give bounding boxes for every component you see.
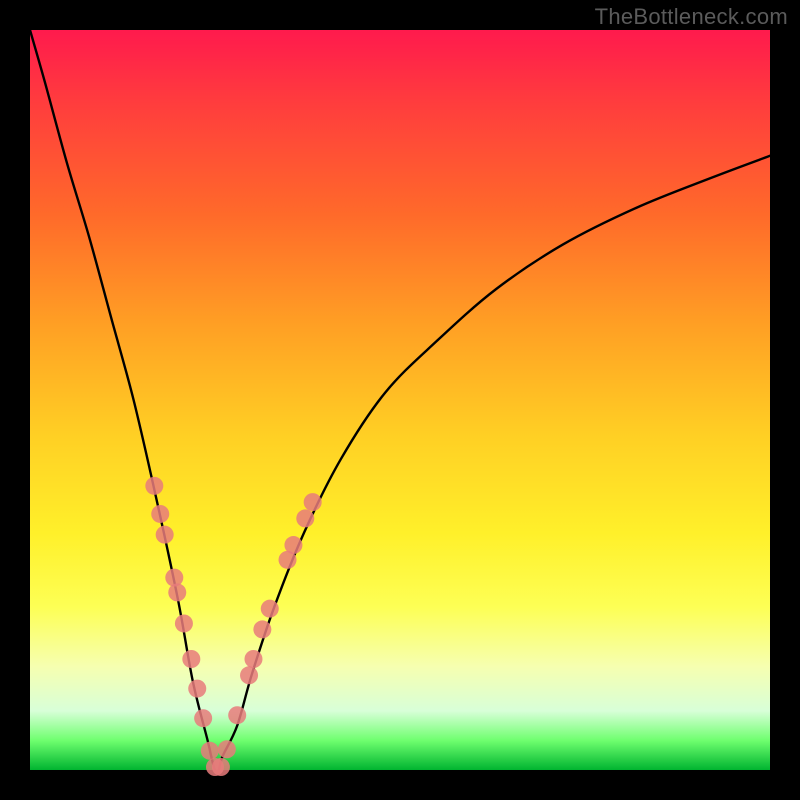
highlight-dot xyxy=(304,493,322,511)
highlight-dot xyxy=(188,680,206,698)
highlight-dot xyxy=(240,666,258,684)
highlight-dot xyxy=(228,706,246,724)
highlight-dot xyxy=(284,536,302,554)
chart-stage: TheBottleneck.com xyxy=(0,0,800,800)
highlight-dot xyxy=(244,650,262,668)
highlight-dot xyxy=(253,620,271,638)
highlight-dot xyxy=(156,526,174,544)
highlight-dot xyxy=(296,509,314,527)
plot-area xyxy=(30,30,770,770)
watermark-text: TheBottleneck.com xyxy=(595,4,788,30)
chart-svg xyxy=(30,30,770,770)
bottleneck-curve xyxy=(30,30,770,772)
highlight-dot xyxy=(151,505,169,523)
highlight-dot xyxy=(218,740,236,758)
highlight-dots xyxy=(145,477,321,776)
highlight-dot xyxy=(165,569,183,587)
highlight-dot xyxy=(168,583,186,601)
highlight-dot xyxy=(201,742,219,760)
highlight-dot xyxy=(145,477,163,495)
highlight-dot xyxy=(261,600,279,618)
highlight-dot xyxy=(194,709,212,727)
highlight-dot xyxy=(175,614,193,632)
highlight-dot xyxy=(212,758,230,776)
highlight-dot xyxy=(182,650,200,668)
